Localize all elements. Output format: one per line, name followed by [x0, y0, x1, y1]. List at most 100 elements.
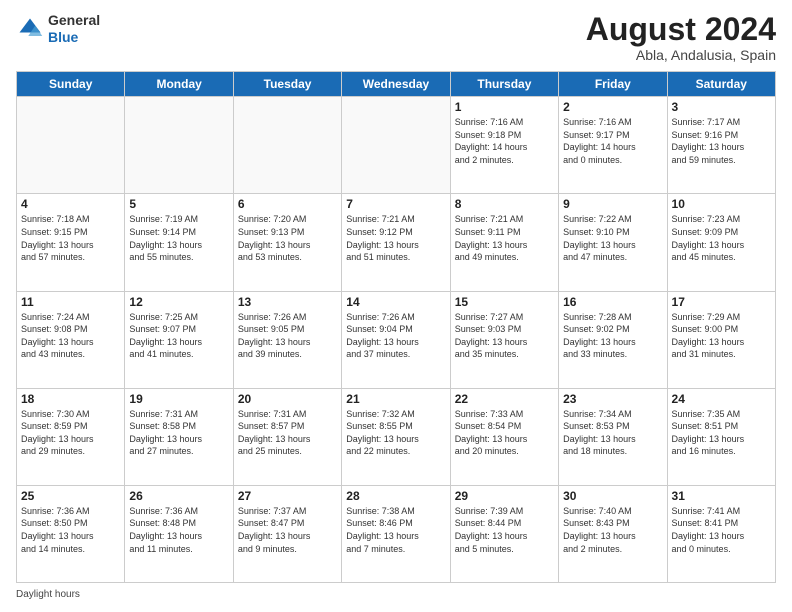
calendar-cell: 22 Sunrise: 7:33 AM Sunset: 8:54 PM Dayli…: [450, 388, 558, 485]
day-number: 9: [563, 197, 662, 211]
day-info: Sunrise: 7:16 AM Sunset: 9:17 PM Dayligh…: [563, 116, 662, 166]
calendar-cell: 27 Sunrise: 7:37 AM Sunset: 8:47 PM Dayli…: [233, 485, 341, 582]
subtitle: Abla, Andalusia, Spain: [586, 47, 776, 63]
day-info: Sunrise: 7:30 AM Sunset: 8:59 PM Dayligh…: [21, 408, 120, 458]
day-number: 23: [563, 392, 662, 406]
calendar-cell: 18Sunrise: 7:30 AM Sunset: 8:59 PM Dayli…: [17, 388, 125, 485]
day-info: Sunrise: 7:34 AM Sunset: 8:53 PM Dayligh…: [563, 408, 662, 458]
calendar-cell: 28Sunrise: 7:38 AM Sunset: 8:46 PM Dayli…: [342, 485, 450, 582]
day-header-wednesday: Wednesday: [342, 72, 450, 97]
day-number: 7: [346, 197, 445, 211]
calendar-cell: 16 Sunrise: 7:28 AM Sunset: 9:02 PM Dayli…: [559, 291, 667, 388]
day-info: Sunrise: 7:37 AM Sunset: 8:47 PM Dayligh…: [238, 505, 337, 555]
day-info: Sunrise: 7:17 AM Sunset: 9:16 PM Dayligh…: [672, 116, 771, 166]
calendar-cell: 3 Sunrise: 7:17 AM Sunset: 9:16 PM Daylig…: [667, 97, 775, 194]
day-number: 8: [455, 197, 554, 211]
day-number: 5: [129, 197, 228, 211]
day-number: 19: [129, 392, 228, 406]
calendar-cell: [125, 97, 233, 194]
day-number: 28: [346, 489, 445, 503]
day-number: 2: [563, 100, 662, 114]
day-info: Sunrise: 7:24 AM Sunset: 9:08 PM Dayligh…: [21, 311, 120, 361]
calendar-cell: 10 Sunrise: 7:23 AM Sunset: 9:09 PM Dayli…: [667, 194, 775, 291]
calendar: SundayMondayTuesdayWednesdayThursdayFrid…: [16, 71, 776, 583]
day-number: 22: [455, 392, 554, 406]
day-info: Sunrise: 7:31 AM Sunset: 8:57 PM Dayligh…: [238, 408, 337, 458]
day-number: 1: [455, 100, 554, 114]
day-number: 27: [238, 489, 337, 503]
calendar-cell: 4 Sunrise: 7:18 AM Sunset: 9:15 PM Daylig…: [17, 194, 125, 291]
day-info: Sunrise: 7:39 AM Sunset: 8:44 PM Dayligh…: [455, 505, 554, 555]
calendar-cell: 1 Sunrise: 7:16 AM Sunset: 9:18 PM Daylig…: [450, 97, 558, 194]
day-number: 11: [21, 295, 120, 309]
calendar-cell: 11 Sunrise: 7:24 AM Sunset: 9:08 PM Dayli…: [17, 291, 125, 388]
day-header-sunday: Sunday: [17, 72, 125, 97]
calendar-cell: 9Sunrise: 7:22 AM Sunset: 9:10 PM Daylig…: [559, 194, 667, 291]
day-number: 6: [238, 197, 337, 211]
day-info: Sunrise: 7:18 AM Sunset: 9:15 PM Dayligh…: [21, 213, 120, 263]
day-info: Sunrise: 7:21 AM Sunset: 9:11 PM Dayligh…: [455, 213, 554, 263]
calendar-cell: 5 Sunrise: 7:19 AM Sunset: 9:14 PM Daylig…: [125, 194, 233, 291]
day-info: Sunrise: 7:26 AM Sunset: 9:05 PM Dayligh…: [238, 311, 337, 361]
logo-icon: [16, 15, 44, 43]
day-info: Sunrise: 7:23 AM Sunset: 9:09 PM Dayligh…: [672, 213, 771, 263]
day-info: Sunrise: 7:36 AM Sunset: 8:48 PM Dayligh…: [129, 505, 228, 555]
calendar-cell: 30Sunrise: 7:40 AM Sunset: 8:43 PM Dayli…: [559, 485, 667, 582]
day-number: 3: [672, 100, 771, 114]
calendar-cell: 8 Sunrise: 7:21 AM Sunset: 9:11 PM Daylig…: [450, 194, 558, 291]
calendar-cell: 25 Sunrise: 7:36 AM Sunset: 8:50 PM Dayli…: [17, 485, 125, 582]
day-number: 17: [672, 295, 771, 309]
calendar-cell: 13 Sunrise: 7:26 AM Sunset: 9:05 PM Dayli…: [233, 291, 341, 388]
day-number: 21: [346, 392, 445, 406]
day-number: 29: [455, 489, 554, 503]
calendar-cell: 19 Sunrise: 7:31 AM Sunset: 8:58 PM Dayli…: [125, 388, 233, 485]
day-info: Sunrise: 7:31 AM Sunset: 8:58 PM Dayligh…: [129, 408, 228, 458]
calendar-cell: [17, 97, 125, 194]
day-info: Sunrise: 7:28 AM Sunset: 9:02 PM Dayligh…: [563, 311, 662, 361]
calendar-cell: 24Sunrise: 7:35 AM Sunset: 8:51 PM Dayli…: [667, 388, 775, 485]
calendar-cell: 6 Sunrise: 7:20 AM Sunset: 9:13 PM Daylig…: [233, 194, 341, 291]
main-title: August 2024: [586, 12, 776, 47]
legend: Daylight hours: [16, 589, 776, 600]
day-number: 10: [672, 197, 771, 211]
day-info: Sunrise: 7:26 AM Sunset: 9:04 PM Dayligh…: [346, 311, 445, 361]
calendar-cell: 21Sunrise: 7:32 AM Sunset: 8:55 PM Dayli…: [342, 388, 450, 485]
day-header-thursday: Thursday: [450, 72, 558, 97]
day-number: 15: [455, 295, 554, 309]
calendar-cell: 23 Sunrise: 7:34 AM Sunset: 8:53 PM Dayli…: [559, 388, 667, 485]
calendar-cell: [342, 97, 450, 194]
day-info: Sunrise: 7:19 AM Sunset: 9:14 PM Dayligh…: [129, 213, 228, 263]
calendar-cell: 15Sunrise: 7:27 AM Sunset: 9:03 PM Dayli…: [450, 291, 558, 388]
calendar-cell: 31Sunrise: 7:41 AM Sunset: 8:41 PM Dayli…: [667, 485, 775, 582]
calendar-cell: 2 Sunrise: 7:16 AM Sunset: 9:17 PM Daylig…: [559, 97, 667, 194]
day-info: Sunrise: 7:16 AM Sunset: 9:18 PM Dayligh…: [455, 116, 554, 166]
day-number: 4: [21, 197, 120, 211]
day-header-saturday: Saturday: [667, 72, 775, 97]
calendar-cell: 17 Sunrise: 7:29 AM Sunset: 9:00 PM Dayli…: [667, 291, 775, 388]
day-header-monday: Monday: [125, 72, 233, 97]
day-number: 12: [129, 295, 228, 309]
day-number: 25: [21, 489, 120, 503]
day-info: Sunrise: 7:36 AM Sunset: 8:50 PM Dayligh…: [21, 505, 120, 555]
day-info: Sunrise: 7:29 AM Sunset: 9:00 PM Dayligh…: [672, 311, 771, 361]
day-info: Sunrise: 7:41 AM Sunset: 8:41 PM Dayligh…: [672, 505, 771, 555]
day-header-friday: Friday: [559, 72, 667, 97]
title-block: August 2024 Abla, Andalusia, Spain: [586, 12, 776, 63]
day-info: Sunrise: 7:25 AM Sunset: 9:07 PM Dayligh…: [129, 311, 228, 361]
day-info: Sunrise: 7:35 AM Sunset: 8:51 PM Dayligh…: [672, 408, 771, 458]
calendar-cell: [233, 97, 341, 194]
day-number: 16: [563, 295, 662, 309]
day-info: Sunrise: 7:20 AM Sunset: 9:13 PM Dayligh…: [238, 213, 337, 263]
day-number: 30: [563, 489, 662, 503]
calendar-cell: 20 Sunrise: 7:31 AM Sunset: 8:57 PM Dayli…: [233, 388, 341, 485]
calendar-cell: 29 Sunrise: 7:39 AM Sunset: 8:44 PM Dayli…: [450, 485, 558, 582]
day-info: Sunrise: 7:33 AM Sunset: 8:54 PM Dayligh…: [455, 408, 554, 458]
day-number: 20: [238, 392, 337, 406]
logo-text: General Blue: [48, 12, 100, 46]
day-number: 14: [346, 295, 445, 309]
calendar-cell: 7 Sunrise: 7:21 AM Sunset: 9:12 PM Daylig…: [342, 194, 450, 291]
day-number: 13: [238, 295, 337, 309]
logo: General Blue: [16, 12, 100, 46]
day-number: 26: [129, 489, 228, 503]
day-info: Sunrise: 7:21 AM Sunset: 9:12 PM Dayligh…: [346, 213, 445, 263]
